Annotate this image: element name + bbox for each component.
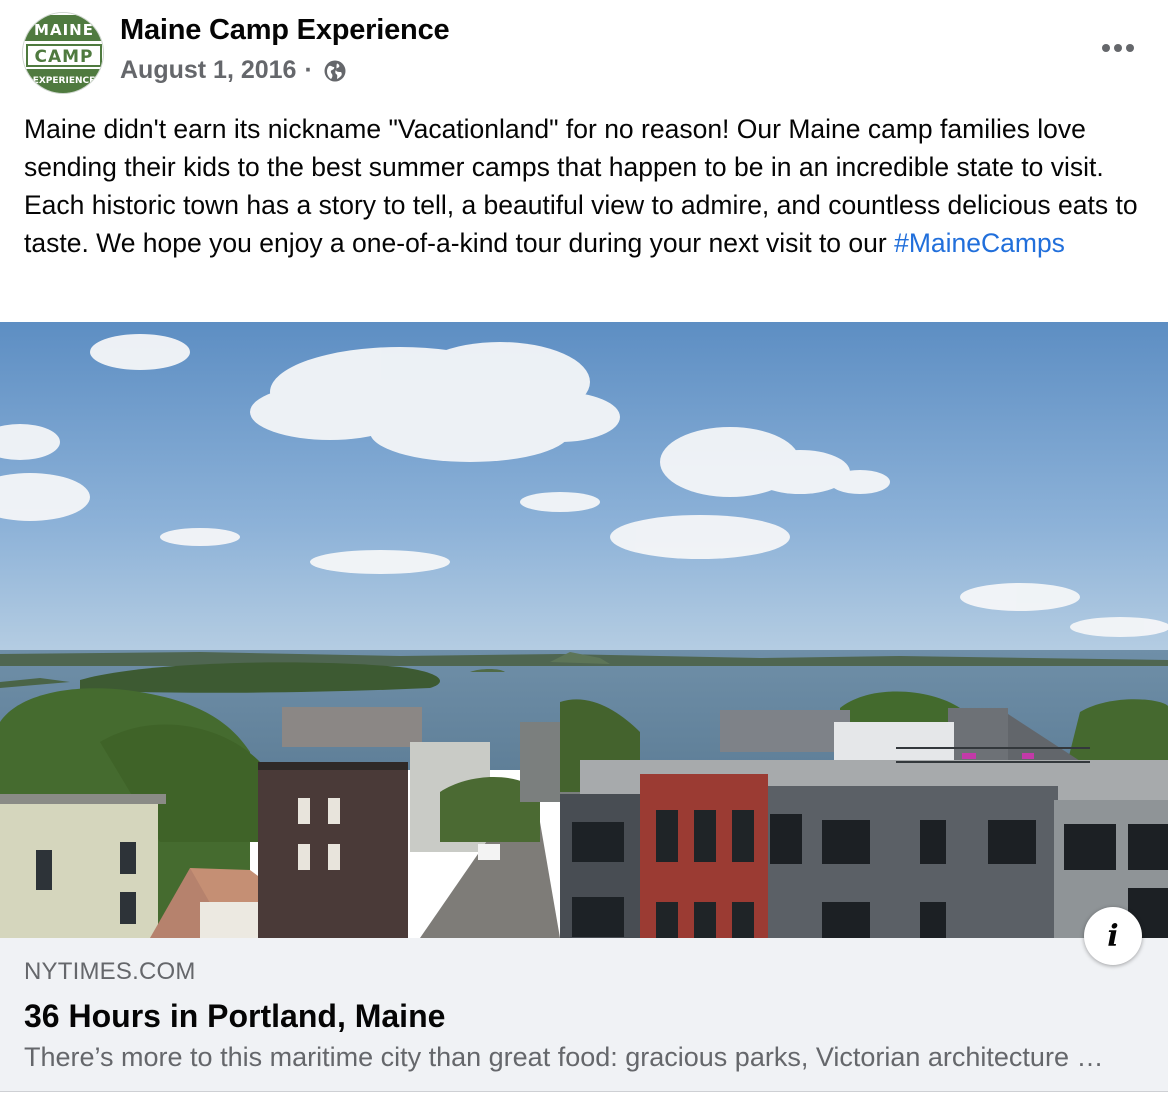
link-title[interactable]: 36 Hours in Portland, Maine bbox=[24, 998, 445, 1035]
page-name[interactable]: Maine Camp Experience bbox=[120, 14, 450, 47]
post-header: MAINE CAMP EXPERIENCE Maine Camp Experie… bbox=[0, 0, 1168, 100]
post-meta: August 1, 2016 · bbox=[120, 56, 347, 85]
link-description: There’s more to this maritime city than … bbox=[24, 1042, 1114, 1072]
link-preview-card[interactable]: NYTIMES.COM 36 Hours in Portland, Maine … bbox=[0, 322, 1168, 1092]
logo-line3: EXPERIENCE bbox=[33, 76, 96, 86]
info-icon: i bbox=[1107, 918, 1119, 954]
more-options-button[interactable] bbox=[1094, 28, 1142, 68]
hashtag-link[interactable]: #MaineCamps bbox=[894, 228, 1065, 258]
post-text: Maine didn't earn its nickname "Vacation… bbox=[24, 110, 1144, 262]
more-options-icon bbox=[1102, 44, 1134, 52]
globe-icon[interactable] bbox=[323, 59, 347, 83]
link-preview-image[interactable] bbox=[0, 322, 1168, 938]
post-date[interactable]: August 1, 2016 bbox=[120, 56, 296, 85]
maine-camp-logo: MAINE CAMP EXPERIENCE bbox=[23, 13, 103, 93]
page-avatar[interactable]: MAINE CAMP EXPERIENCE bbox=[22, 12, 104, 94]
link-domain: NYTIMES.COM bbox=[24, 958, 196, 985]
link-info-panel[interactable]: NYTIMES.COM 36 Hours in Portland, Maine … bbox=[0, 938, 1168, 1092]
portland-harbor-photo bbox=[0, 322, 1168, 938]
logo-line1: MAINE bbox=[34, 21, 94, 39]
logo-line2: CAMP bbox=[34, 47, 93, 67]
meta-separator: · bbox=[304, 56, 313, 84]
info-button[interactable]: i bbox=[1084, 907, 1142, 965]
